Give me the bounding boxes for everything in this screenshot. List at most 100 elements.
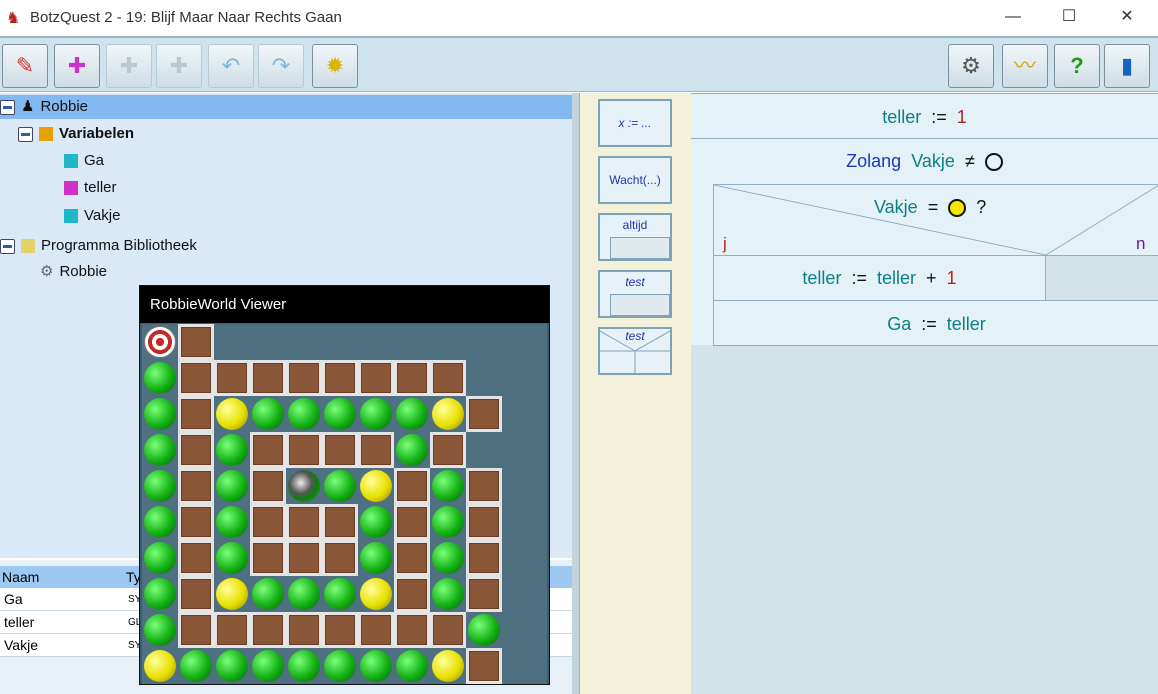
grid-cell: [358, 612, 394, 648]
wall-tile: [394, 360, 430, 396]
grid-cell: [178, 540, 214, 576]
eraser-icon[interactable]: ✎: [2, 44, 48, 88]
green-ball: [252, 650, 284, 682]
add-gear-button-2[interactable]: ✚: [156, 44, 202, 88]
monitor-icon[interactable]: 〰: [1002, 44, 1048, 88]
grid-cell: [250, 648, 286, 684]
wall-tile: [358, 360, 394, 396]
grid-cell: [178, 324, 214, 360]
grid-cell: [430, 360, 466, 396]
wall-tile: [250, 360, 286, 396]
exit-icon[interactable]: ▮: [1104, 44, 1150, 88]
wall-tile: [178, 540, 214, 576]
grid-cell: [358, 360, 394, 396]
grid-cell: [178, 432, 214, 468]
help-icon[interactable]: ?: [1054, 44, 1100, 88]
then-statement[interactable]: teller := teller + 1: [714, 255, 1046, 300]
green-ball: [144, 398, 176, 430]
grid-cell: [430, 468, 466, 504]
maximize-button[interactable]: ☐: [1046, 0, 1092, 34]
grid-cell: [322, 504, 358, 540]
grid-cell: [142, 648, 178, 684]
grid-cell: [286, 468, 322, 504]
collapse-icon[interactable]: [18, 126, 33, 142]
grid-cell: [250, 540, 286, 576]
always-label: altijd: [622, 218, 648, 232]
wall-tile: [394, 540, 430, 576]
variable-icon: [64, 154, 78, 169]
wall-tile: [178, 612, 214, 648]
green-ball: [216, 542, 248, 574]
grid-cell: [394, 540, 430, 576]
wall-tile: [286, 432, 322, 468]
grid-cell: [430, 432, 466, 468]
settings-icon[interactable]: ⚙: [948, 44, 994, 88]
green-ball: [144, 434, 176, 466]
tree-item-var[interactable]: Ga: [64, 149, 104, 173]
wall-tile: [250, 504, 286, 540]
grid-cell: [178, 576, 214, 612]
move-statement[interactable]: Ga := teller: [714, 300, 1158, 346]
window-title: BotzQuest 2 - 19: Blijf Maar Naar Rechts…: [30, 9, 342, 26]
grid-cell: [466, 612, 502, 648]
minimize-button[interactable]: —: [990, 0, 1036, 34]
if-block[interactable]: test: [598, 327, 672, 375]
green-ball: [432, 470, 464, 502]
wall-tile: [322, 504, 358, 540]
grid-cell: [178, 648, 214, 684]
tree-item-library[interactable]: Programma Bibliotheek: [0, 234, 197, 258]
grid-cell: [358, 648, 394, 684]
assign-block[interactable]: x := ...: [598, 99, 672, 147]
green-ball: [396, 650, 428, 682]
run-robot-button[interactable]: ✹: [312, 44, 358, 88]
collapse-icon[interactable]: [0, 99, 15, 115]
wall-tile: [430, 432, 466, 468]
splitter[interactable]: [572, 93, 579, 694]
undo-icon[interactable]: ↶: [208, 44, 254, 88]
grid-cell: [214, 468, 250, 504]
redo-icon[interactable]: ↷: [258, 44, 304, 88]
if-condition[interactable]: Vakje = ?: [874, 197, 986, 218]
assign-statement[interactable]: teller := 1: [691, 93, 1158, 139]
wait-block[interactable]: Wacht(...): [598, 156, 672, 204]
folder-icon: [39, 127, 53, 142]
green-ball: [216, 506, 248, 538]
grid-cell: [322, 576, 358, 612]
grid-cell: [214, 576, 250, 612]
add-gear-button[interactable]: ✚: [106, 44, 152, 88]
test-loop-block[interactable]: test: [598, 270, 672, 318]
wall-tile: [286, 612, 322, 648]
wall-tile: [466, 504, 502, 540]
grid-cell: [250, 360, 286, 396]
wall-tile: [430, 360, 466, 396]
close-button[interactable]: ✕: [1104, 0, 1150, 34]
block-palette: x := ... Wacht(...) altijd test test: [579, 93, 691, 694]
wall-tile: [358, 612, 394, 648]
else-empty-branch[interactable]: [1046, 255, 1158, 300]
tree-item-library-robbie[interactable]: ⚙ Robbie: [40, 260, 107, 284]
grid-cell: [286, 396, 322, 432]
tree-item-variables[interactable]: Variabelen: [18, 122, 134, 146]
wall-tile: [394, 504, 430, 540]
tree-item-var[interactable]: Vakje: [64, 204, 120, 228]
grid-cell: [178, 468, 214, 504]
tree-item-robbie[interactable]: ♟ Robbie: [0, 95, 572, 119]
wall-tile: [178, 432, 214, 468]
grid-cell: [214, 396, 250, 432]
robot-icon: ♟: [21, 98, 35, 115]
while-statement[interactable]: Zolang Vakje ≠: [691, 139, 1158, 184]
tree-item-var[interactable]: teller: [64, 176, 117, 200]
grid-cell: [322, 612, 358, 648]
green-ball: [288, 650, 320, 682]
robbieworld-viewer[interactable]: RobbieWorld Viewer: [139, 285, 550, 685]
grid-cell: [214, 612, 250, 648]
grid-cell: [142, 396, 178, 432]
collapse-icon[interactable]: [0, 238, 15, 254]
grid-cell: [466, 468, 502, 504]
always-loop-block[interactable]: altijd: [598, 213, 672, 261]
wall-tile: [250, 468, 286, 504]
yellow-ball: [432, 650, 464, 682]
yes-label: j: [723, 234, 727, 253]
add-robot-button[interactable]: ✚: [54, 44, 100, 88]
loop-body: Vakje = ? j n teller := teller + 1 Ga :=…: [713, 184, 1158, 346]
